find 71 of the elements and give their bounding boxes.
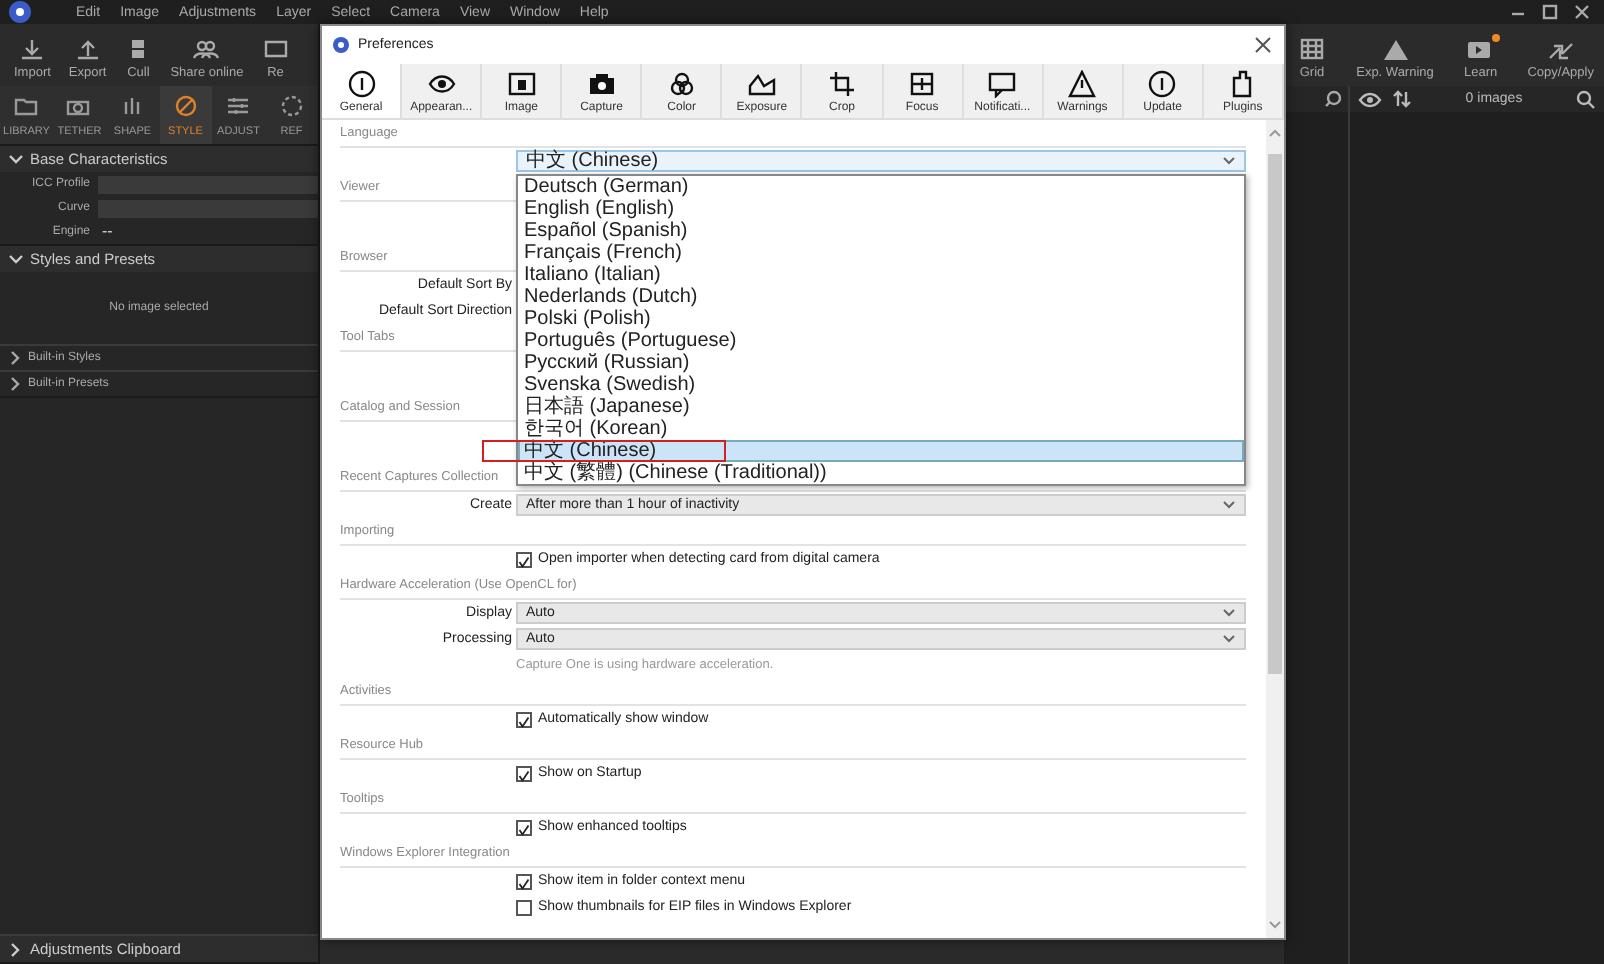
folder-icon	[12, 94, 41, 118]
checkbox[interactable]	[516, 551, 532, 567]
search-icon	[1324, 90, 1342, 108]
chevron-icon	[8, 941, 24, 957]
chevron-down-icon	[1222, 156, 1236, 166]
search-field[interactable]	[1284, 86, 1348, 112]
camera-icon	[587, 69, 616, 97]
checkbox[interactable]	[516, 711, 532, 727]
checkbox[interactable]	[516, 873, 532, 889]
chevron-down-icon	[1222, 608, 1236, 618]
dotted-circle-icon	[277, 94, 306, 118]
video-icon	[1466, 38, 1495, 60]
close-icon	[1572, 2, 1592, 22]
rectangle-icon	[261, 38, 290, 60]
warning-icon	[1381, 38, 1409, 60]
checkbox[interactable]	[516, 819, 532, 835]
scroll-up-icon	[1268, 128, 1282, 138]
dropdown-option[interactable]: Español (Spanish)	[518, 220, 1244, 242]
dropdown-option[interactable]: Português (Portuguese)	[518, 330, 1244, 352]
sliders-icon	[224, 94, 253, 118]
scroll-down-icon	[1268, 920, 1282, 930]
chart-icon	[747, 69, 776, 97]
circles-icon	[667, 69, 696, 97]
dropdown-option[interactable]: Italiano (Italian)	[518, 264, 1244, 286]
dropdown-option[interactable]: 中文 (繁體) (Chinese (Traditional))	[518, 462, 1244, 484]
download-icon	[18, 38, 47, 60]
sort-icon	[1392, 90, 1412, 108]
dropdown-option[interactable]: Deutsch (German)	[518, 176, 1244, 198]
dropdown-option[interactable]: 日本語 (Japanese)	[518, 396, 1244, 418]
chevron-down-icon	[1222, 500, 1236, 510]
checkbox[interactable]	[516, 899, 532, 915]
dropdown-option[interactable]: Русский (Russian)	[518, 352, 1244, 374]
image-icon	[507, 69, 536, 97]
chevron-icon	[8, 251, 24, 267]
grid-icon	[1298, 38, 1326, 60]
eye-icon	[427, 69, 456, 97]
input-field[interactable]	[98, 199, 318, 217]
info-circle-icon	[347, 69, 376, 97]
scrollbar[interactable]	[1266, 120, 1284, 938]
check-icon	[518, 553, 530, 569]
search-icon	[1576, 89, 1596, 109]
close-icon	[1254, 36, 1272, 54]
chevron-icon	[8, 151, 24, 167]
message-icon	[988, 69, 1017, 97]
check-icon	[518, 767, 530, 783]
info-circle-icon	[1148, 69, 1177, 97]
logo-icon	[8, 0, 32, 24]
upload-icon	[73, 38, 102, 60]
maximize-icon	[1540, 2, 1560, 22]
arrows-icon	[1546, 38, 1575, 60]
dropdown-option[interactable]: English (English)	[518, 198, 1244, 220]
people-icon	[192, 38, 221, 60]
check-icon	[518, 821, 530, 837]
warning-icon	[1068, 69, 1097, 97]
scrollbar-thumb[interactable]	[1268, 154, 1282, 674]
checkbox[interactable]	[516, 765, 532, 781]
dropdown-option[interactable]: 한국어 (Korean)	[518, 418, 1244, 440]
input-field[interactable]	[98, 175, 318, 193]
chevron-down-icon	[1222, 634, 1236, 644]
eye-icon	[1358, 91, 1382, 107]
crop-icon	[828, 69, 856, 97]
dropdown-option[interactable]: Français (French)	[518, 242, 1244, 264]
dropdown[interactable]: 中文 (Chinese)	[516, 150, 1246, 172]
dropdown-option[interactable]: Polski (Polish)	[518, 308, 1244, 330]
app-icon	[332, 36, 350, 54]
check-icon	[518, 713, 530, 729]
field-value: --	[100, 220, 115, 244]
dropdown-option[interactable]: Svenska (Swedish)	[518, 374, 1244, 396]
dropdown-option[interactable]: Nederlands (Dutch)	[518, 286, 1244, 308]
grid-icon	[908, 69, 937, 97]
check-icon	[518, 875, 530, 891]
